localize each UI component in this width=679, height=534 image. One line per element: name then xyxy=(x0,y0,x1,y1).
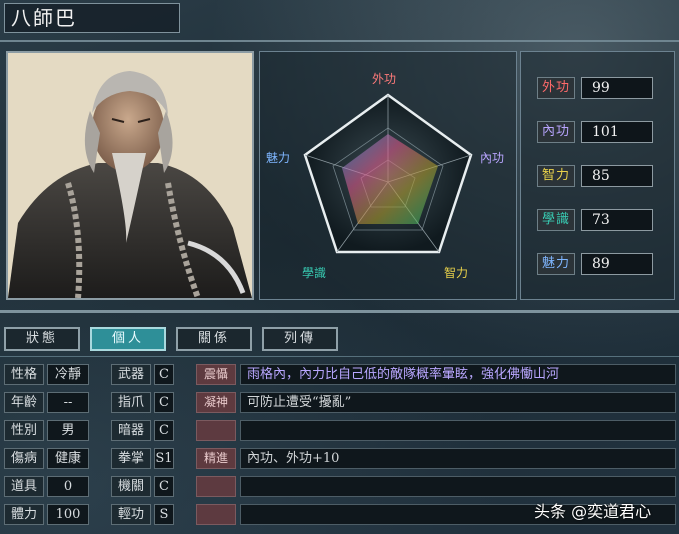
radar-label-nei: 內功 xyxy=(480,151,505,165)
stat-label: 內功 xyxy=(537,121,575,143)
tab-biography[interactable]: 列傳 xyxy=(262,327,338,351)
tab-bar: 狀態 個人 關係 列傳 xyxy=(4,327,338,351)
radar-label-zhi: 智力 xyxy=(444,266,469,280)
character-name: 八師巴 xyxy=(4,3,180,33)
trait-description: 雨格內，內力比自己低的敵隊概率暈眩，強化佛慟山河 xyxy=(240,364,676,385)
info-row: 性格 冷靜 武器 C xyxy=(4,364,174,386)
info-value: 0 xyxy=(47,476,89,497)
skill-type-key: 暗器 xyxy=(111,420,151,441)
divider-tabs xyxy=(0,356,679,357)
skill-type-grade: C xyxy=(154,392,174,413)
trait-row[interactable]: 精進 內功、外功+10 xyxy=(196,448,676,470)
info-key: 傷病 xyxy=(4,448,44,469)
watermark: 头条 @奕道君心 xyxy=(534,502,652,521)
trait-tag xyxy=(196,476,236,497)
tab-personal[interactable]: 個人 xyxy=(90,327,166,351)
info-value: 男 xyxy=(47,420,89,441)
info-key: 道具 xyxy=(4,476,44,497)
tab-relations[interactable]: 關係 xyxy=(176,327,252,351)
skill-type-grade: C xyxy=(154,364,174,385)
stat-label: 外功 xyxy=(537,77,575,99)
skill-type-grade: C xyxy=(154,476,174,497)
trait-row[interactable] xyxy=(196,476,676,498)
radar-label-xue: 學識 xyxy=(302,266,327,280)
info-value: 健康 xyxy=(47,448,89,469)
stat-row-mei: 魅力 89 xyxy=(537,253,653,277)
skill-type-key: 指爪 xyxy=(111,392,151,413)
trait-row[interactable]: 凝神 可防止遭受“擾亂” xyxy=(196,392,676,414)
stat-row-wai: 外功 99 xyxy=(537,77,653,101)
trait-row[interactable]: 震懾 雨格內，內力比自己低的敵隊概率暈眩，強化佛慟山河 xyxy=(196,364,676,386)
character-portrait xyxy=(6,51,254,300)
skill-type-key: 武器 xyxy=(111,364,151,385)
tab-status[interactable]: 狀態 xyxy=(4,327,80,351)
stat-label: 魅力 xyxy=(537,253,575,275)
trait-row[interactable] xyxy=(196,420,676,442)
skill-type-grade: S1 xyxy=(154,448,174,469)
info-value: 100 xyxy=(47,504,89,525)
portrait-image xyxy=(8,53,252,298)
trait-description: 可防止遭受“擾亂” xyxy=(240,392,676,413)
info-row: 性別 男 暗器 C xyxy=(4,420,174,442)
trait-description xyxy=(240,420,676,441)
info-value: 冷靜 xyxy=(47,364,89,385)
skill-type-grade: S xyxy=(154,504,174,525)
trait-description: 內功、外功+10 xyxy=(240,448,676,469)
skill-type-key: 機關 xyxy=(111,476,151,497)
info-key: 體力 xyxy=(4,504,44,525)
stat-row-zhi: 智力 85 xyxy=(537,165,653,189)
stat-row-xue: 學識 73 xyxy=(537,209,653,233)
trait-tag: 震懾 xyxy=(196,364,236,385)
info-key: 性格 xyxy=(4,364,44,385)
trait-tag: 精進 xyxy=(196,448,236,469)
attribute-radar-panel: 外功 內功 智力 學識 魅力 xyxy=(259,51,517,300)
trait-tag xyxy=(196,420,236,441)
divider-top xyxy=(0,40,679,42)
stat-row-nei: 內功 101 xyxy=(537,121,653,145)
info-row: 體力 100 輕功 S xyxy=(4,504,174,526)
attribute-radar-chart xyxy=(303,93,473,254)
skill-type-key: 輕功 xyxy=(111,504,151,525)
info-row: 道具 0 機關 C xyxy=(4,476,174,498)
info-key: 性別 xyxy=(4,420,44,441)
skill-type-key: 拳掌 xyxy=(111,448,151,469)
stat-value: 73 xyxy=(581,209,653,231)
stat-label: 學識 xyxy=(537,209,575,231)
stat-value: 101 xyxy=(581,121,653,143)
trait-tag: 凝神 xyxy=(196,392,236,413)
info-key: 年齡 xyxy=(4,392,44,413)
info-row: 年齡 -- 指爪 C xyxy=(4,392,174,414)
stat-label: 智力 xyxy=(537,165,575,187)
trait-description xyxy=(240,476,676,497)
info-row: 傷病 健康 拳掌 S1 xyxy=(4,448,174,470)
skill-type-grade: C xyxy=(154,420,174,441)
stat-value: 89 xyxy=(581,253,653,275)
divider-middle xyxy=(0,310,679,313)
attribute-stats-panel: 外功 99 內功 101 智力 85 學識 73 魅力 89 xyxy=(520,51,675,300)
trait-tag xyxy=(196,504,236,525)
radar-label-mei: 魅力 xyxy=(266,151,291,165)
stat-value: 85 xyxy=(581,165,653,187)
info-value: -- xyxy=(47,392,89,413)
radar-label-wai: 外功 xyxy=(372,72,397,86)
stat-value: 99 xyxy=(581,77,653,99)
